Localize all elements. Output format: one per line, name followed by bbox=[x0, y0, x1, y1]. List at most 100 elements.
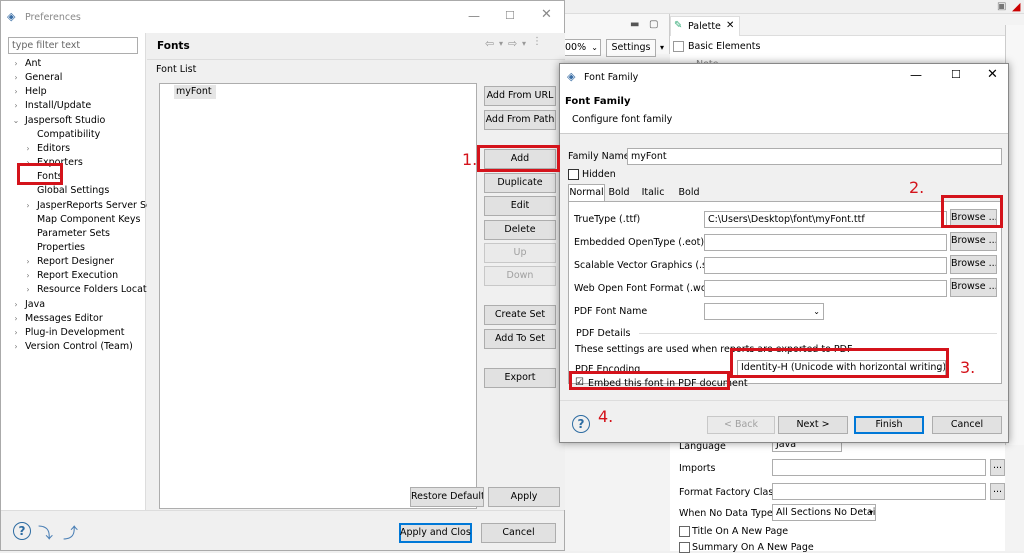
apply-and-close-button[interactable]: Apply and Close bbox=[399, 523, 472, 543]
tree-item-editors[interactable]: › Editors bbox=[1, 142, 146, 156]
close-icon[interactable]: ✕ bbox=[541, 7, 552, 22]
when-no-data-combo[interactable]: All Sections No Detail ▾ bbox=[772, 504, 876, 521]
import-icon[interactable]: ⤵ bbox=[38, 522, 53, 543]
settings-dropdown-icon[interactable]: ▾ bbox=[660, 43, 664, 52]
tab-italic[interactable]: Italic bbox=[640, 185, 666, 201]
chevron-right-icon[interactable]: › bbox=[23, 142, 33, 156]
chevron-down-icon[interactable]: ⌄ bbox=[11, 114, 21, 128]
chevron-right-icon[interactable]: › bbox=[11, 57, 21, 71]
cancel-button[interactable]: Cancel bbox=[481, 523, 556, 543]
export-button[interactable]: Export bbox=[484, 368, 556, 388]
create-set-button[interactable]: Create Set bbox=[484, 305, 556, 325]
tree-item-help[interactable]: › Help bbox=[1, 85, 146, 99]
help-icon[interactable]: ? bbox=[13, 522, 31, 540]
tab-normal[interactable]: Normal bbox=[568, 184, 605, 201]
imports-field[interactable] bbox=[772, 459, 986, 476]
tree-item-parameter-sets[interactable]: Parameter Sets bbox=[1, 227, 146, 241]
tree-item-jasperreports-server-sett[interactable]: › JasperReports Server Sett bbox=[1, 199, 159, 213]
pdf-font-name-combo[interactable]: ⌄ bbox=[704, 303, 824, 320]
edit-button[interactable]: Edit bbox=[484, 196, 556, 216]
tree-item-compatibility[interactable]: Compatibility bbox=[1, 128, 146, 142]
tree-item-version-control-team[interactable]: › Version Control (Team) bbox=[1, 340, 146, 354]
chevron-right-icon[interactable]: › bbox=[11, 99, 21, 113]
basic-elements-checkbox[interactable] bbox=[673, 41, 684, 52]
tree-item-general[interactable]: › General bbox=[1, 71, 146, 85]
add-from-url-button[interactable]: Add From URL bbox=[484, 86, 556, 106]
back-nav-icon[interactable]: ⇦ bbox=[485, 37, 494, 50]
tab-bold-italic[interactable]: Bold Italic bbox=[666, 185, 712, 213]
palette-tab[interactable]: ✎ Palette ✕ bbox=[670, 16, 740, 36]
tree-item-install-update[interactable]: › Install/Update bbox=[1, 99, 146, 113]
chevron-right-icon[interactable]: › bbox=[11, 312, 21, 326]
minimize-icon[interactable]: ▬ bbox=[630, 19, 639, 30]
format-factory-more-button[interactable]: ... bbox=[990, 483, 1005, 500]
forward-nav-icon[interactable]: ⇨ bbox=[508, 37, 517, 50]
maximize-icon[interactable]: ☐ bbox=[505, 9, 515, 22]
back-button[interactable]: < Back bbox=[707, 416, 775, 434]
pdf-encoding-combo[interactable]: Identity-H (Unicode with horizontal writ… bbox=[737, 360, 946, 376]
next-button[interactable]: Next > bbox=[778, 416, 848, 434]
settings-button[interactable]: Settings bbox=[606, 39, 656, 57]
duplicate-button[interactable]: Duplicate bbox=[484, 173, 556, 193]
finish-button[interactable]: Finish bbox=[854, 416, 924, 434]
woff-field[interactable] bbox=[704, 280, 947, 297]
maximize-icon[interactable]: ▢ bbox=[649, 19, 658, 30]
tree-item-exporters[interactable]: › Exporters bbox=[1, 156, 146, 170]
svg-field[interactable] bbox=[704, 257, 947, 274]
up-button[interactable]: Up bbox=[484, 243, 556, 263]
add-to-set-button[interactable]: Add To Set bbox=[484, 329, 556, 349]
chevron-right-icon[interactable]: › bbox=[23, 255, 33, 269]
tree-item-plug-in-development[interactable]: › Plug-in Development bbox=[1, 326, 146, 340]
svg-browse-button[interactable]: Browse ... bbox=[950, 255, 997, 274]
delete-button[interactable]: Delete bbox=[484, 220, 556, 240]
maximize-icon[interactable]: ☐ bbox=[951, 68, 961, 81]
help-icon[interactable]: ? bbox=[572, 415, 590, 433]
tree-item-report-designer[interactable]: › Report Designer bbox=[1, 255, 146, 269]
chevron-right-icon[interactable]: › bbox=[23, 199, 33, 213]
chevron-right-icon[interactable]: › bbox=[23, 269, 33, 283]
add-button[interactable]: Add bbox=[484, 149, 556, 169]
eot-field[interactable] bbox=[704, 234, 947, 251]
chevron-right-icon[interactable]: › bbox=[11, 326, 21, 340]
summary-new-page-checkbox[interactable] bbox=[679, 542, 690, 553]
restore-defaults-button[interactable]: Restore Defaults bbox=[410, 487, 484, 507]
embed-checkbox[interactable]: ☑ bbox=[574, 378, 585, 389]
tree-item-global-settings[interactable]: Global Settings bbox=[1, 184, 146, 198]
tree-item-jaspersoft-studio[interactable]: ⌄ Jaspersoft Studio bbox=[1, 114, 146, 128]
title-new-page-checkbox[interactable] bbox=[679, 526, 690, 537]
menu-icon[interactable]: ⋮ bbox=[532, 36, 542, 47]
format-factory-field[interactable] bbox=[772, 483, 986, 500]
truetype-browse-button[interactable]: Browse ... bbox=[950, 209, 997, 228]
truetype-field[interactable]: C:\Users\Desktop\font\myFont.ttf bbox=[704, 211, 947, 228]
tree-item-report-execution[interactable]: › Report Execution bbox=[1, 269, 146, 283]
close-icon[interactable]: ✕ bbox=[987, 67, 998, 82]
chevron-right-icon[interactable]: › bbox=[11, 340, 21, 354]
font-list[interactable]: myFont bbox=[159, 83, 477, 509]
tab-bold[interactable]: Bold bbox=[606, 185, 632, 201]
chevron-right-icon[interactable]: › bbox=[23, 283, 33, 297]
filter-input[interactable]: type filter text bbox=[8, 37, 138, 54]
add-from-path-button[interactable]: Add From Path bbox=[484, 110, 556, 130]
toolbar-icon[interactable]: ▣ bbox=[997, 1, 1006, 12]
zoom-combo[interactable]: 00% ⌄ bbox=[561, 39, 601, 56]
dialog-cancel-button[interactable]: Cancel bbox=[932, 416, 1002, 434]
minimize-icon[interactable]: — bbox=[910, 68, 922, 82]
woff-browse-button[interactable]: Browse ... bbox=[950, 278, 997, 297]
tree-item-ant[interactable]: › Ant bbox=[1, 57, 146, 71]
font-list-item[interactable]: myFont bbox=[174, 85, 216, 99]
tree-item-resource-folders-locatic[interactable]: › Resource Folders Locatic bbox=[1, 283, 154, 297]
forward-dropdown-icon[interactable]: ▾ bbox=[522, 39, 526, 48]
hidden-checkbox[interactable] bbox=[568, 169, 579, 180]
tree-item-java[interactable]: › Java bbox=[1, 298, 146, 312]
export-icon[interactable]: ⤴ bbox=[63, 522, 78, 543]
apply-button[interactable]: Apply bbox=[488, 487, 560, 507]
eot-browse-button[interactable]: Browse ... bbox=[950, 232, 997, 251]
family-name-field[interactable]: myFont bbox=[627, 148, 1002, 165]
close-icon[interactable]: ✕ bbox=[726, 20, 734, 31]
jasper-icon[interactable]: ◢ bbox=[1012, 0, 1020, 13]
minimize-icon[interactable]: — bbox=[468, 9, 480, 23]
chevron-right-icon[interactable]: › bbox=[11, 298, 21, 312]
tree-item-properties[interactable]: Properties bbox=[1, 241, 146, 255]
imports-more-button[interactable]: ... bbox=[990, 459, 1005, 476]
back-dropdown-icon[interactable]: ▾ bbox=[499, 39, 503, 48]
